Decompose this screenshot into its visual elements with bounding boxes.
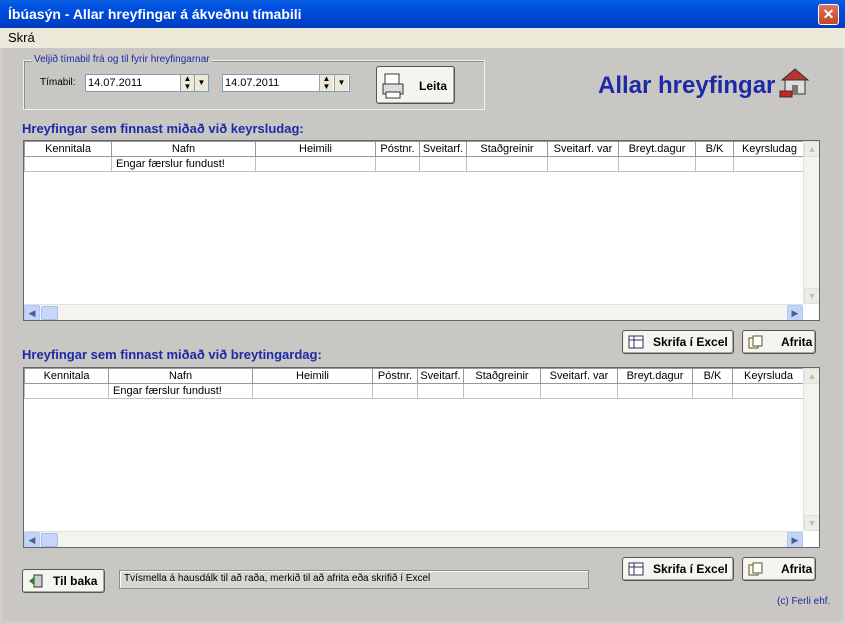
excel-button-label: Skrifa í Excel [653, 335, 728, 349]
grid-by-change-date[interactable]: Kennitala Nafn Heimili Póstnr. Sveitarf.… [23, 367, 820, 548]
scroll-right-icon[interactable]: ▶ [787, 305, 803, 320]
from-date-spinner[interactable]: ▲ ▼ [180, 75, 194, 91]
search-button-label: Leita [419, 79, 448, 93]
back-button-label: Til baka [53, 574, 98, 588]
grid1-table: Kennitala Nafn Heimili Póstnr. Sveitarf.… [24, 141, 806, 172]
copyright-text: (c) Ferli ehf. [777, 596, 831, 607]
column-header[interactable]: Staðgreinir [466, 141, 548, 157]
menu-item-skra[interactable]: Skrá [8, 30, 35, 45]
scroll-right-icon[interactable]: ▶ [787, 532, 803, 547]
printer-icon [382, 73, 404, 99]
column-header[interactable]: Breyt.dagur [618, 141, 696, 157]
column-header[interactable]: Breyt.dagur [617, 368, 693, 384]
spreadsheet-icon [628, 335, 644, 349]
status-text: Tvísmella á hausdálk til að raða, merkið… [124, 573, 431, 584]
grid-by-run-date[interactable]: Kennitala Nafn Heimili Póstnr. Sveitarf.… [23, 140, 820, 321]
column-header[interactable]: Kennitala [24, 368, 109, 384]
scroll-up-icon[interactable]: ▲ [804, 141, 819, 157]
column-header[interactable]: Sveitarf. [419, 141, 467, 157]
page-title: Allar hreyfingar [598, 72, 776, 99]
main-panel: Veljið tímabil frá og til fyrir hreyfing… [3, 48, 842, 621]
grid2-horizontal-scrollbar[interactable]: ◀ ▶ [24, 531, 803, 547]
grid1-title: Hreyfingar sem finnast miðað við keyrslu… [22, 121, 304, 136]
scroll-down-icon[interactable]: ▼ [804, 288, 819, 304]
column-header[interactable]: Póstnr. [372, 368, 418, 384]
scroll-down-icon[interactable]: ▼ [804, 515, 819, 531]
window-title: Íbúasýn - Allar hreyfingar á ákveðnu tím… [8, 6, 302, 22]
column-header[interactable]: Sveitarf. [417, 368, 464, 384]
column-header[interactable]: Póstnr. [375, 141, 420, 157]
house-icon [779, 68, 810, 98]
column-header[interactable]: B/K [695, 141, 734, 157]
period-label: Tímabil: [40, 77, 76, 88]
close-button[interactable]: ✕ [818, 4, 839, 25]
column-header[interactable]: Sveitarf. var [547, 141, 619, 157]
grid2-table: Kennitala Nafn Heimili Póstnr. Sveitarf.… [24, 368, 805, 399]
export-excel-button-2[interactable]: Skrifa í Excel [622, 557, 734, 581]
grid2-title: Hreyfingar sem finnast miðað við breytin… [22, 347, 322, 362]
column-header[interactable]: Sveitarf. var [540, 368, 618, 384]
title-bar: Íbúasýn - Allar hreyfingar á ákveðnu tím… [0, 0, 845, 28]
column-header[interactable]: Staðgreinir [463, 368, 541, 384]
copy-icon [748, 562, 763, 576]
empty-message: Engar færslur fundust! [108, 383, 253, 399]
copy-button-label: Afrita [781, 562, 813, 576]
column-header[interactable]: Keyrsludag [733, 141, 806, 157]
grid2-vertical-scrollbar[interactable]: ▲ ▼ [803, 368, 819, 531]
column-header[interactable]: Kennitala [24, 141, 112, 157]
from-date-field[interactable]: 14.07.2011 ▲ ▼ ▼ [85, 74, 209, 92]
column-header[interactable]: Nafn [111, 141, 256, 157]
grid1-header-row: Kennitala Nafn Heimili Póstnr. Sveitarf.… [24, 141, 806, 157]
column-header[interactable]: B/K [692, 368, 733, 384]
scroll-thumb[interactable] [41, 533, 58, 547]
to-date-field[interactable]: 14.07.2011 ▲ ▼ ▼ [222, 74, 350, 92]
scroll-thumb[interactable] [41, 306, 58, 320]
menu-bar: Skrá [0, 28, 845, 48]
table-row[interactable]: Engar færslur fundust! [24, 156, 806, 172]
grid2-header-row: Kennitala Nafn Heimili Póstnr. Sveitarf.… [24, 368, 805, 384]
search-button[interactable]: Leita [376, 66, 455, 104]
scroll-up-icon[interactable]: ▲ [804, 368, 819, 384]
column-header[interactable]: Heimili [255, 141, 376, 157]
excel-button-label: Skrifa í Excel [653, 562, 728, 576]
column-header[interactable]: Heimili [252, 368, 373, 384]
export-excel-button-1[interactable]: Skrifa í Excel [622, 330, 734, 354]
copy-button-1[interactable]: Afrita [742, 330, 816, 354]
date-range-legend: Veljið tímabil frá og til fyrir hreyfing… [32, 54, 212, 65]
table-row[interactable]: Engar færslur fundust! [24, 383, 805, 399]
empty-message: Engar færslur fundust! [111, 156, 256, 172]
copy-icon [748, 335, 763, 349]
grid1-horizontal-scrollbar[interactable]: ◀ ▶ [24, 304, 803, 320]
back-button[interactable]: Til baka [22, 569, 105, 593]
copy-button-2[interactable]: Afrita [742, 557, 816, 581]
grid1-vertical-scrollbar[interactable]: ▲ ▼ [803, 141, 819, 304]
spreadsheet-icon [628, 562, 644, 576]
exit-door-icon [29, 574, 43, 588]
copy-button-label: Afrita [781, 335, 813, 349]
column-header[interactable]: Keyrsluda [732, 368, 805, 384]
from-date-dropdown-icon[interactable]: ▼ [194, 75, 208, 91]
to-date-dropdown-icon[interactable]: ▼ [334, 75, 348, 91]
to-date-value: 14.07.2011 [225, 77, 280, 89]
from-date-value: 14.07.2011 [88, 77, 143, 89]
column-header[interactable]: Nafn [108, 368, 253, 384]
status-bar: Tvísmella á hausdálk til að raða, merkið… [119, 570, 589, 589]
scroll-left-icon[interactable]: ◀ [24, 532, 40, 547]
scroll-left-icon[interactable]: ◀ [24, 305, 40, 320]
to-date-spinner[interactable]: ▲ ▼ [319, 75, 333, 91]
